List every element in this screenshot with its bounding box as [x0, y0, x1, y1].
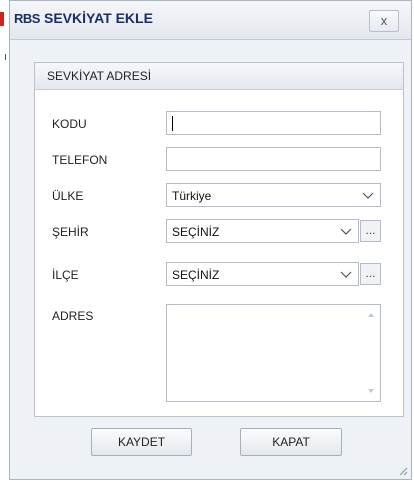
chevron-down-icon[interactable]	[362, 188, 374, 202]
text-caret	[172, 116, 173, 131]
close-button[interactable]: KAPAT	[240, 428, 342, 456]
telefon-field[interactable]	[166, 147, 381, 171]
resize-grip-icon[interactable]	[398, 466, 408, 476]
ilce-browse-button[interactable]: ...	[360, 263, 381, 285]
title-bar[interactable]: RBS SEVKİYAT EKLE x	[10, 1, 411, 40]
ilce-label: İLÇE	[52, 268, 79, 282]
ilce-dropdown[interactable]: SEÇİNİZ	[166, 262, 359, 286]
app-logo: RBS	[14, 11, 40, 26]
sehir-browse-button[interactable]: ...	[360, 220, 381, 242]
window-title: SEVKİYAT EKLE	[44, 10, 153, 26]
background-window-edge	[0, 0, 9, 484]
background-window-marker	[0, 12, 4, 26]
ilce-value: SEÇİNİZ	[172, 268, 220, 282]
group-header: SEVKİYAT ADRESİ	[35, 63, 403, 90]
scroll-down-arrow-icon[interactable]	[368, 389, 374, 393]
scroll-up-arrow-icon[interactable]	[368, 313, 374, 317]
save-button[interactable]: KAYDET	[91, 428, 192, 456]
kodu-label: KODU	[52, 117, 87, 131]
ulke-value: Türkiye	[172, 189, 212, 203]
close-icon: x	[380, 13, 388, 28]
kodu-field[interactable]	[166, 111, 381, 135]
chevron-down-icon[interactable]	[340, 224, 352, 238]
sehir-value: SEÇİNİZ	[172, 225, 220, 239]
dialog-window: RBS SEVKİYAT EKLE x SEVKİYAT ADRESİ KODU…	[9, 0, 412, 480]
ulke-dropdown[interactable]: Türkiye	[166, 183, 381, 207]
ulke-label: ÜLKE	[52, 189, 84, 203]
close-window-button[interactable]: x	[369, 10, 399, 32]
telefon-input[interactable]	[167, 148, 380, 170]
sehir-dropdown[interactable]: SEÇİNİZ	[166, 219, 359, 243]
telefon-label: TELEFON	[52, 153, 108, 167]
chevron-down-icon[interactable]	[340, 267, 352, 281]
sehir-label: ŞEHİR	[52, 225, 89, 239]
shipping-address-group: SEVKİYAT ADRESİ KODU TELEFON ÜLKE Türkiy…	[34, 62, 404, 417]
kodu-input[interactable]	[167, 112, 380, 134]
group-title: SEVKİYAT ADRESİ	[47, 69, 152, 83]
adres-label: ADRES	[52, 309, 94, 323]
background-window-tick	[5, 54, 6, 60]
adres-textarea[interactable]	[166, 304, 381, 402]
